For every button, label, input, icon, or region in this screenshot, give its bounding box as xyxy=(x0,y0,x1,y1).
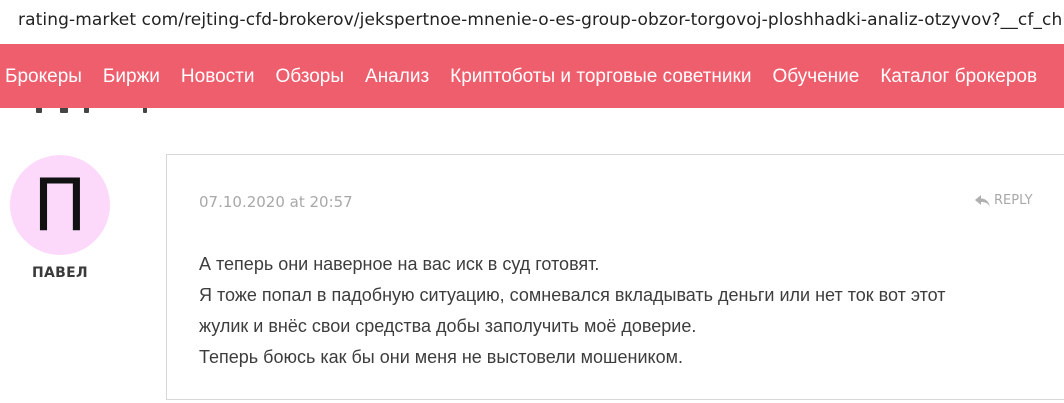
reply-arrow-icon xyxy=(975,194,990,207)
main-navigation: Брокеры Биржи Новости Обзоры Анализ Крип… xyxy=(0,44,1064,108)
address-bar[interactable]: rating-market com/rejting-cfd-brokerov/j… xyxy=(0,0,1064,44)
avatar-initial: П xyxy=(32,163,88,247)
url-text[interactable]: rating-market com/rejting-cfd-brokerov/j… xyxy=(18,10,1064,30)
clipped-glyph xyxy=(143,108,147,113)
clipped-glyph xyxy=(36,108,42,113)
comment-body: А теперь они наверное на вас иск в суд г… xyxy=(199,249,1039,373)
comment-date[interactable]: 07.10.2020 at 20:57 xyxy=(199,193,353,211)
nav-item-reviews[interactable]: Обзоры xyxy=(275,64,344,88)
clipped-glyph xyxy=(60,108,68,113)
reply-label: REPLY xyxy=(994,193,1033,208)
comment-line: Теперь боюсь как бы они меня не выстовел… xyxy=(199,347,683,367)
nav-item-brokers[interactable]: Брокеры xyxy=(5,64,82,88)
nav-item-exchanges[interactable]: Биржи xyxy=(103,64,160,88)
comment-line: А теперь они наверное на вас иск в суд г… xyxy=(199,254,600,274)
nav-item-education[interactable]: Обучение xyxy=(772,64,859,88)
avatar: П xyxy=(10,155,110,255)
nav-item-news[interactable]: Новости xyxy=(181,64,255,88)
clipped-glyph xyxy=(84,108,89,113)
nav-item-broker-catalog[interactable]: Каталог брокеров xyxy=(880,64,1037,88)
nav-item-cryptobots[interactable]: Криптоботы и торговые советники xyxy=(450,64,751,88)
reply-button[interactable]: REPLY xyxy=(975,193,1033,208)
comment-line: жулик и внёс свои средства добы заполучи… xyxy=(199,316,697,336)
comment-author: П ПАВЕЛ xyxy=(10,155,110,281)
nav-item-analysis[interactable]: Анализ xyxy=(365,64,429,88)
nav-items: Брокеры Биржи Новости Обзоры Анализ Крип… xyxy=(0,44,1058,108)
clipped-text-fragment xyxy=(0,108,1064,116)
comment-card: 07.10.2020 at 20:57 REPLY А теперь они н… xyxy=(166,154,1064,400)
comment-line: Я тоже попал в падобную ситуацию, сомнев… xyxy=(199,285,946,305)
author-name: ПАВЕЛ xyxy=(32,265,88,281)
